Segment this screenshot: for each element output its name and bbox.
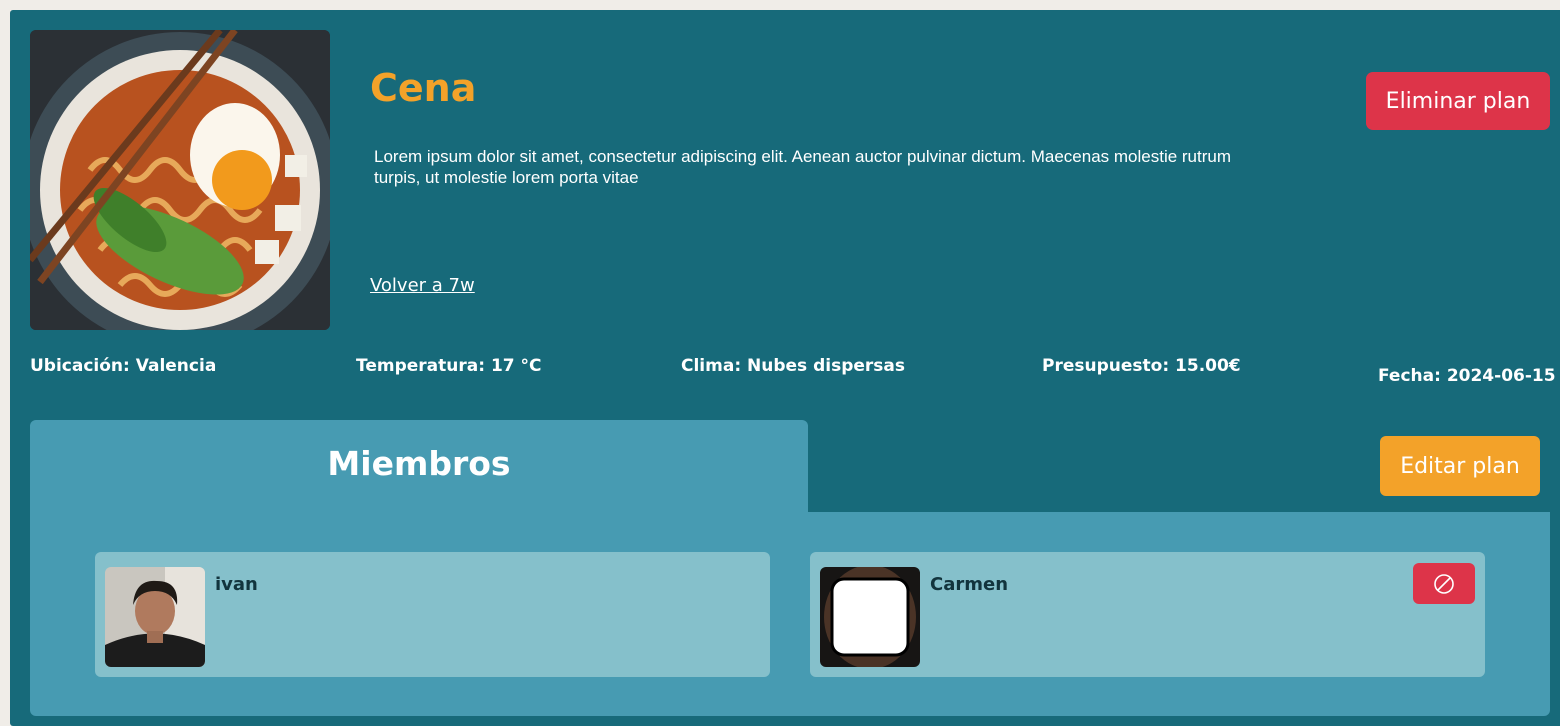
members-section: ivan Carmen [30, 512, 1550, 716]
ramen-bowl-icon [30, 30, 330, 330]
members-tab: Miembros [30, 420, 808, 520]
plan-title: Cena [370, 66, 477, 110]
plan-description: Lorem ipsum dolor sit amet, consectetur … [374, 147, 1232, 187]
user-photo-icon [105, 567, 205, 667]
member-card: ivan [95, 552, 770, 677]
delete-plan-button[interactable]: Eliminar plan [1366, 72, 1550, 130]
member-name: Carmen [930, 574, 1009, 595]
weather-info: Clima: Nubes dispersas [681, 356, 906, 376]
back-link[interactable]: Volver a 7w [370, 275, 475, 296]
plan-image [30, 30, 330, 330]
budget-info: Presupuesto: 15.00€ [1042, 356, 1241, 376]
members-title: Miembros [327, 444, 511, 483]
location-info: Ubicación: Valencia [30, 356, 217, 376]
user-photo-placeholder-icon [820, 567, 920, 667]
member-card: Carmen [810, 552, 1485, 677]
member-name: ivan [215, 574, 258, 595]
temperature-info: Temperatura: 17 °C [356, 356, 542, 376]
remove-member-button[interactable] [1413, 563, 1475, 604]
ban-icon [1434, 573, 1454, 594]
plan-panel: Cena Lorem ipsum dolor sit amet, consect… [10, 10, 1560, 726]
date-info: Fecha: 2024-06-15 [1378, 366, 1556, 386]
edit-plan-button[interactable]: Editar plan [1380, 436, 1540, 496]
